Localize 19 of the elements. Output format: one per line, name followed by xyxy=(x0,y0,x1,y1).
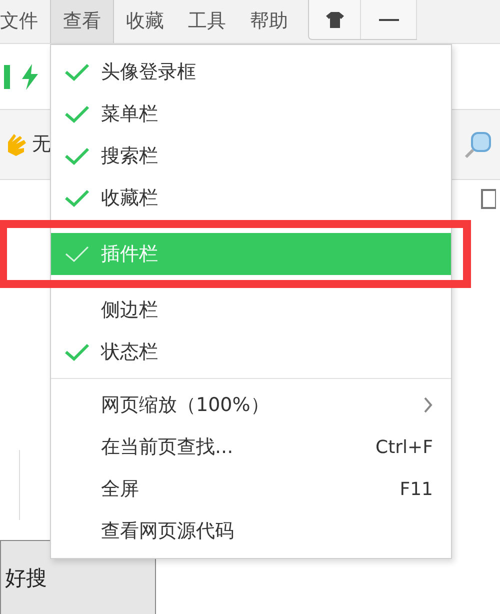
menu-item[interactable]: 头像登录框 xyxy=(51,51,451,93)
toolbar-label: 无 xyxy=(32,132,51,158)
search-icon[interactable] xyxy=(464,130,492,158)
menu-tab[interactable]: 查看 xyxy=(50,0,114,43)
menu-item[interactable]: 搜索栏 xyxy=(51,135,451,177)
menu-tab[interactable]: 工具 xyxy=(176,0,238,43)
chevron-right-icon xyxy=(423,396,433,414)
menu-tab[interactable]: 帮助 xyxy=(238,0,300,43)
menu-item[interactable]: 全屏 F11 xyxy=(51,468,451,510)
menu-tab[interactable]: 收藏 xyxy=(114,0,176,43)
menu-item[interactable]: 状态栏 xyxy=(51,331,451,373)
menu-item[interactable]: 菜单栏 xyxy=(51,93,451,135)
menu-tab[interactable]: 文件 xyxy=(0,0,50,43)
menu-item[interactable]: 在当前页查找... Ctrl+F xyxy=(51,426,451,468)
window-icon xyxy=(480,188,496,210)
menu-item[interactable]: 网页缩放（100%） xyxy=(51,384,451,426)
menu-item[interactable]: 收藏栏 xyxy=(51,177,451,219)
lightning-icon xyxy=(22,64,38,90)
menu-item[interactable]: 侧边栏 xyxy=(51,289,451,331)
